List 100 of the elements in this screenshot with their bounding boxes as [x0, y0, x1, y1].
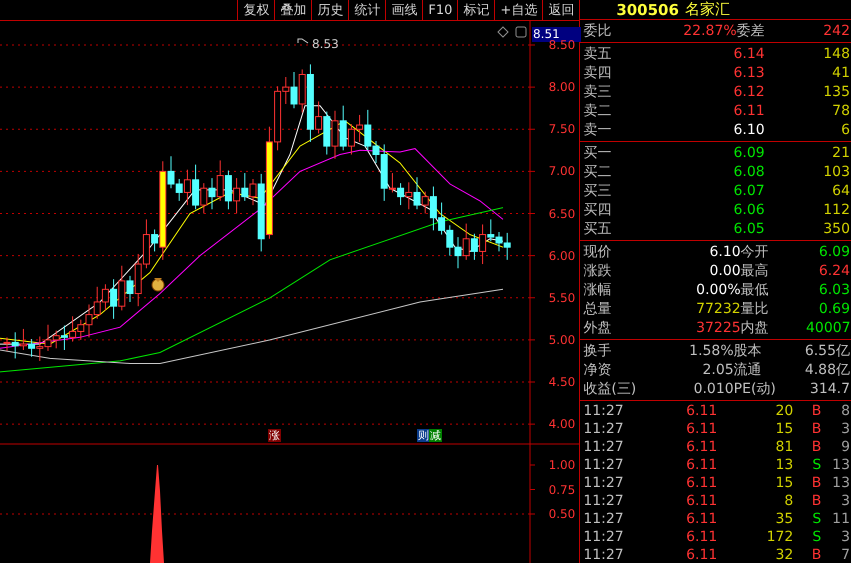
price-axis-label: 5.50 [548, 292, 576, 304]
trade-volume: 35 [774, 511, 794, 527]
quote-value: 0.00% [695, 282, 741, 298]
trade-time: 11:27 [583, 511, 625, 527]
quote-value: 6.10 [708, 244, 741, 260]
price-axis-label: 7.50 [548, 123, 576, 136]
trade-side: B [810, 421, 822, 437]
price-axis-label: 6.50 [548, 208, 576, 220]
quote-value: 242 [822, 22, 850, 38]
trade-count: 11 [831, 511, 850, 527]
quote-label: 委差 [736, 22, 766, 40]
price-axis-label: 8.50 [548, 39, 576, 51]
order-volume: 112 [822, 202, 850, 218]
money-bag-icon [152, 278, 164, 292]
quote-value: 1.58% [688, 342, 734, 358]
trade-side: B [810, 403, 822, 419]
quote-value: 6.55亿 [804, 342, 850, 360]
order-volume: 6 [840, 122, 850, 138]
order-price: 6.10 [732, 122, 765, 138]
order-level-label: 买四 [583, 200, 612, 218]
order-volume: 78 [831, 102, 850, 118]
quote-value: 6.24 [818, 262, 850, 278]
signal-marker: 涨 [268, 429, 281, 442]
price-axis-label: 8.00 [548, 81, 576, 94]
trade-side: B [810, 439, 822, 455]
quote-label: 净资 [583, 360, 612, 378]
quote-value: 6.09 [818, 244, 850, 260]
panel-toggle-icon[interactable] [516, 26, 526, 38]
trade-volume: 81 [774, 439, 794, 455]
trade-price: 6.11 [685, 493, 718, 509]
order-level-label: 卖三 [583, 82, 612, 100]
trade-side: B [810, 547, 822, 563]
order-level-label: 买二 [583, 162, 612, 180]
order-volume: 64 [831, 182, 850, 198]
order-price: 6.12 [732, 84, 765, 100]
order-price: 6.13 [732, 64, 765, 80]
trade-side: S [811, 529, 822, 545]
trade-volume: 15 [774, 475, 794, 491]
trade-price: 6.11 [685, 511, 718, 527]
trade-price: 6.11 [685, 439, 718, 455]
trade-price: 6.11 [685, 457, 718, 473]
order-price: 6.07 [732, 182, 765, 198]
trade-volume: 32 [774, 547, 794, 563]
trade-time: 11:27 [583, 403, 625, 419]
trade-volume: 172 [766, 529, 794, 545]
quote-label: 股本 [734, 342, 763, 360]
quote-label: 换手 [583, 342, 612, 360]
trade-side: B [810, 493, 822, 509]
order-level-label: 买一 [583, 144, 612, 162]
order-level-label: 卖一 [583, 120, 612, 138]
quote-label: 最高 [740, 262, 770, 280]
order-level-label: 买五 [583, 220, 612, 238]
order-volume: 350 [822, 220, 850, 236]
price-axis-label: 5.00 [548, 334, 576, 346]
quote-value: 2.05 [701, 362, 734, 378]
quote-value: 77232 [695, 300, 741, 316]
trade-time: 11:27 [583, 529, 625, 545]
order-price: 6.09 [732, 144, 765, 160]
quote-label: 今开 [740, 242, 770, 260]
quote-value: 0.00 [708, 262, 741, 278]
signal-marker: 则 [417, 429, 430, 442]
order-price: 6.08 [732, 164, 765, 180]
order-price: 6.14 [732, 46, 765, 62]
quote-label: 最低 [740, 280, 770, 298]
quote-label: 现价 [583, 242, 612, 260]
order-volume: 41 [831, 64, 850, 80]
high-price-label: 8.53 [312, 38, 339, 50]
quote-label: 量比 [740, 300, 770, 318]
quote-label: 外盘 [583, 318, 612, 336]
quote-label: 流通 [734, 360, 763, 378]
order-price: 6.11 [732, 102, 765, 118]
order-price: 6.06 [732, 202, 765, 218]
quote-value: 37225 [695, 320, 741, 336]
quote-value: 0.010 [692, 380, 734, 396]
order-volume: 148 [822, 46, 850, 62]
quote-value: 314.7 [808, 380, 850, 396]
diamond-icon[interactable] [497, 26, 509, 38]
signal-marker: 减 [429, 429, 442, 442]
trade-time: 11:27 [583, 439, 625, 455]
trade-price: 6.11 [685, 529, 718, 545]
indicator-axis-label: 0.75 [548, 484, 576, 496]
trade-time: 11:27 [583, 457, 625, 473]
indicator-axis-label: 0.50 [548, 508, 576, 520]
trade-side: S [811, 511, 822, 527]
trade-volume: 20 [774, 403, 794, 419]
order-level-label: 卖四 [583, 64, 612, 82]
price-axis-label: 4.50 [548, 376, 576, 388]
quote-value: 22.87% [682, 22, 737, 38]
quote-value: 0.69 [818, 300, 850, 316]
trade-volume: 8 [783, 493, 794, 509]
price-axis-label: 4.00 [548, 418, 576, 430]
trade-count: 3 [840, 493, 850, 509]
order-price: 6.05 [732, 220, 765, 236]
trade-count: 13 [831, 475, 850, 491]
trade-count: 8 [840, 403, 850, 419]
order-volume: 135 [822, 84, 850, 100]
order-level-label: 卖五 [583, 44, 612, 62]
price-axis-label: 6.00 [548, 250, 576, 262]
stock-name: 名家汇 [684, 0, 730, 19]
trade-price: 6.11 [685, 403, 718, 419]
